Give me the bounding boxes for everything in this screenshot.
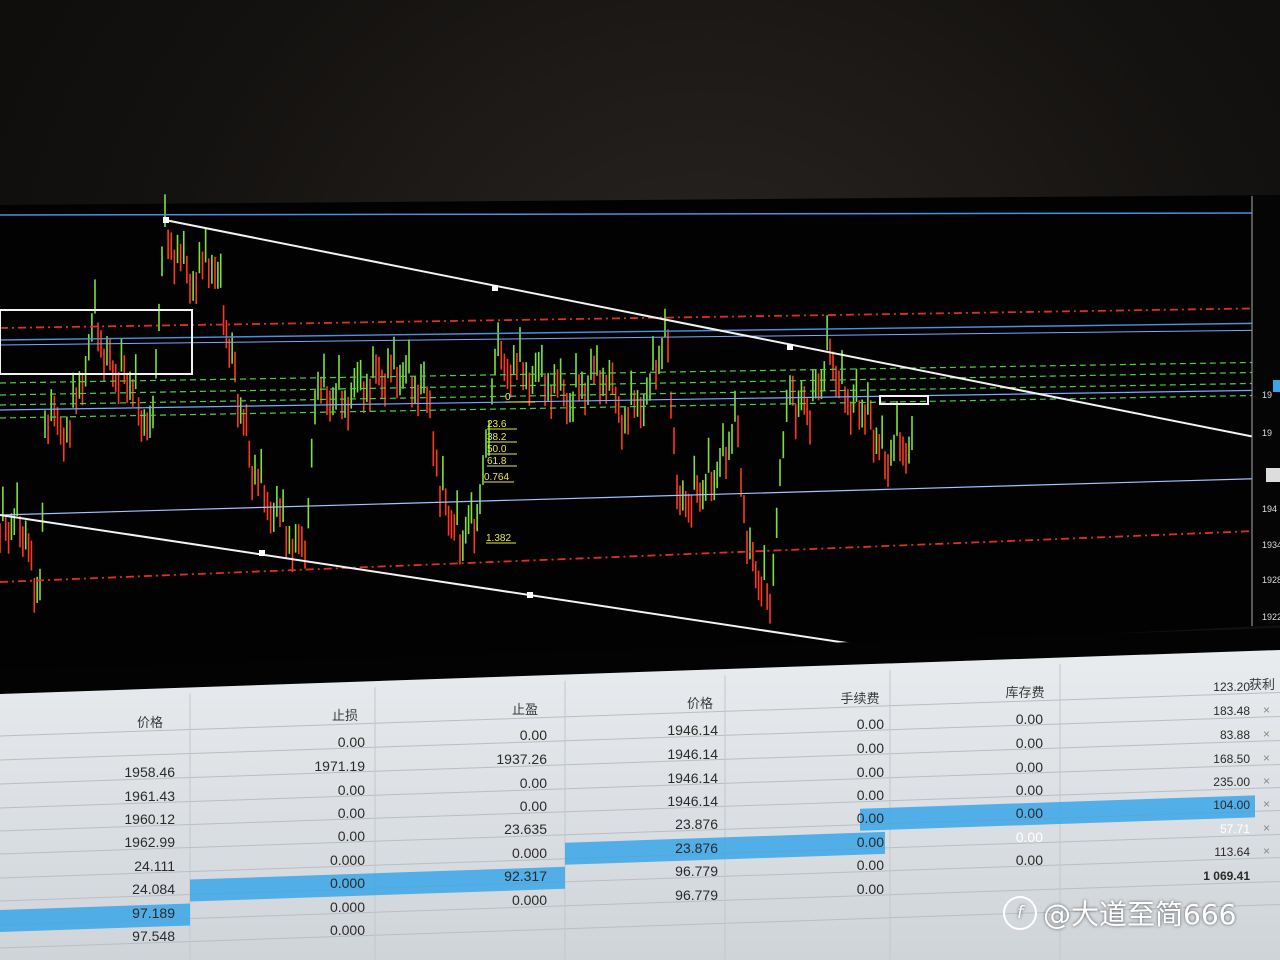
- table-cell-profit: 123.20: [1213, 679, 1250, 694]
- table-cell-tp: 0.00: [519, 798, 547, 815]
- table-cell-price2: 23.876: [675, 839, 718, 856]
- close-position-button[interactable]: ×: [1263, 751, 1270, 765]
- table-cell-fee: 0.00: [856, 786, 884, 803]
- column-header[interactable]: 手续费: [820, 688, 900, 707]
- table-cell-tp: 23.635: [504, 821, 547, 838]
- table-cell-swap: 0.00: [1015, 781, 1043, 798]
- table-cell-profit: 235.00: [1213, 774, 1250, 789]
- table-cell-sl: 0.000: [329, 921, 365, 938]
- table-cell-price: 1962.99: [124, 834, 175, 851]
- table-cell-profit: 183.48: [1213, 703, 1250, 718]
- trade-table: 价格 止损 止盈 价格 手续费 库存费 获利 123.20 × 0.00 0.00 1946.14 0.…: [0, 0, 1280, 960]
- table-cell-tp: 0.000: [511, 845, 547, 862]
- table-cell-profit: 113.64: [1214, 844, 1250, 859]
- table-cell-swap: 0.00: [1015, 828, 1043, 845]
- table-cell-price: 24.111: [134, 858, 175, 875]
- table-cell-tp: 1937.26: [496, 751, 547, 768]
- table-cell-profit: 83.88: [1219, 727, 1250, 742]
- table-cell-profit: 1 069.41: [1203, 868, 1250, 883]
- table-cell-swap: 0.00: [1015, 851, 1043, 868]
- table-cell-tp: 92.317: [504, 868, 547, 885]
- table-cell-sl: 0.00: [337, 827, 365, 844]
- column-header[interactable]: 止盈: [485, 699, 565, 718]
- table-cell-sl: 0.000: [329, 898, 365, 915]
- table-cell-swap: 0.00: [1015, 758, 1043, 775]
- table-cell-tp: 0.000: [511, 892, 547, 909]
- table-cell-sl: 0.000: [329, 851, 365, 868]
- close-position-button[interactable]: ×: [1263, 774, 1270, 788]
- table-cell-fee: 0.00: [856, 763, 884, 780]
- table-cell-price: 97.548: [132, 928, 175, 945]
- table-cell-sl: 0.00: [337, 804, 365, 821]
- close-position-button[interactable]: ×: [1263, 679, 1270, 693]
- table-cell-sl: 0.00: [337, 781, 365, 798]
- table-cell-fee: 0.00: [856, 880, 884, 897]
- table-cell-sl: 0.000: [329, 874, 365, 891]
- table-cell-profit: 57.71: [1219, 821, 1250, 836]
- watermark: f @大道至简666: [1003, 893, 1236, 933]
- table-cell-price: 1960.12: [124, 811, 175, 828]
- table-cell-price: 97.189: [132, 905, 175, 922]
- table-cell-price2: 23.876: [675, 815, 718, 832]
- table-cell-price2: 96.779: [675, 886, 718, 903]
- table-cell-fee: 0.00: [856, 739, 884, 756]
- table-cell-price2: 1946.14: [667, 721, 718, 738]
- watermark-text: @大道至简666: [1043, 898, 1237, 931]
- table-cell-swap: 0.00: [1015, 734, 1043, 751]
- table-cell-fee: 0.00: [856, 715, 884, 732]
- table-cell-fee: 0.00: [856, 809, 884, 826]
- column-header[interactable]: 价格: [110, 712, 190, 731]
- table-cell-fee: 0.00: [856, 833, 884, 850]
- table-cell-price2: 1946.14: [667, 792, 718, 809]
- table-cell-price: 1958.46: [124, 764, 175, 781]
- table-cell-price2: 96.779: [675, 862, 718, 879]
- table-cell-profit: 168.50: [1213, 751, 1250, 766]
- close-position-button[interactable]: ×: [1263, 797, 1270, 811]
- table-cell-sl: 1971.19: [314, 757, 365, 774]
- table-cell-price2: 1946.14: [667, 745, 718, 762]
- close-position-button[interactable]: ×: [1263, 844, 1270, 858]
- app-logo-icon: f: [1003, 896, 1037, 930]
- close-position-button[interactable]: ×: [1263, 703, 1270, 717]
- close-position-button[interactable]: ×: [1263, 727, 1270, 741]
- table-cell-tp: 0.00: [519, 775, 547, 792]
- column-header[interactable]: 止损: [305, 705, 385, 724]
- table-cell-price2: 1946.14: [667, 769, 718, 786]
- table-cell-fee: 0.00: [856, 856, 884, 873]
- column-header[interactable]: 库存费: [985, 682, 1065, 701]
- close-position-button[interactable]: ×: [1263, 821, 1270, 835]
- table-cell-sl: 0.00: [337, 733, 365, 750]
- column-header[interactable]: 价格: [660, 693, 740, 712]
- table-cell-price: 1961.43: [124, 788, 175, 805]
- table-cell-profit: 104.00: [1213, 797, 1250, 812]
- table-cell-swap: 0.00: [1015, 804, 1043, 821]
- table-cell-tp: 0.00: [519, 727, 547, 744]
- table-cell-price: 24.084: [132, 881, 175, 898]
- table-cell-swap: 0.00: [1015, 710, 1043, 727]
